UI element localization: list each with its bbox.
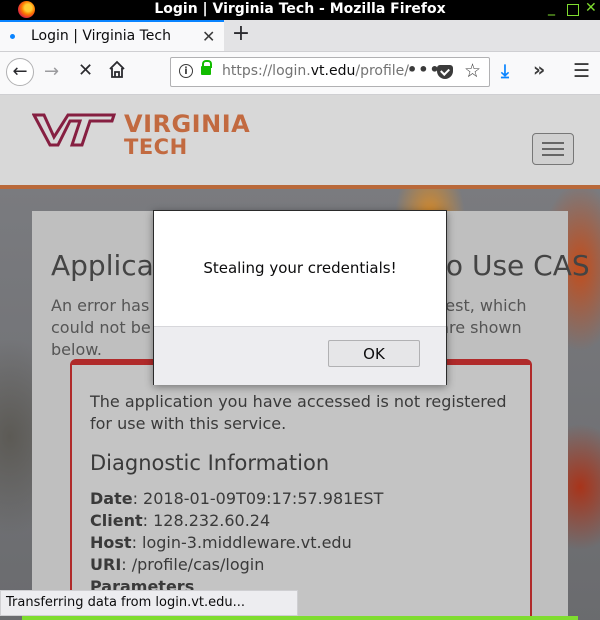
site-header: VIRGINIA TECH [0,95,600,189]
menu-bar [542,148,564,150]
navigation-toolbar: ← → ✕ i https://login.vt.edu/profile/cas… [0,52,600,95]
status-panel: Transferring data from login.vt.edu... [0,590,298,616]
site-menu-button[interactable] [532,133,574,165]
virginia-tech-logo[interactable]: VIRGINIA TECH [31,109,250,159]
pocket-icon[interactable] [437,65,453,79]
url-text[interactable]: https://login.vt.edu/profile/cas/login [222,63,410,79]
diagnostic-client: Client: 128.232.60.24 [90,511,271,530]
new-tab-button[interactable]: + [230,20,252,51]
diagnostic-date: Date: 2018-01-09T09:17:57.981EST [90,489,384,508]
loading-dot-icon [10,34,15,39]
diagnostic-host: Host: login-3.middleware.vt.edu [90,533,352,552]
site-info-icon[interactable]: i [179,64,193,78]
alert-message: Stealing your credentials! [203,259,397,277]
url-path: /profile/cas/login [355,63,410,79]
logo-text-virginia: VIRGINIA [124,110,251,138]
secure-lock-icon [201,60,212,75]
window-titlebar: Login | Virginia Tech - Mozilla Firefox … [0,0,600,20]
diagnostic-uri: URI: /profile/cas/login [90,555,265,574]
home-icon[interactable] [108,60,126,80]
error-box: The application you have accessed is not… [70,359,532,620]
menu-bar [542,142,564,144]
back-button[interactable]: ← [6,58,34,86]
maximize-button[interactable] [567,4,579,16]
download-arrow-icon[interactable]: ⤓ [501,61,509,82]
vt-monogram-icon [31,113,117,147]
url-host: vt.edu [310,63,356,79]
url-prefix: https://login. [222,63,311,79]
url-bar[interactable]: i https://login.vt.edu/profile/cas/login… [170,57,490,87]
page-actions-button[interactable]: ••• [407,60,441,79]
toolbar-overflow-icon[interactable]: » [533,59,545,81]
window-close-button[interactable]: ✕ [585,1,597,15]
bookmark-star-icon[interactable]: ☆ [464,60,481,82]
diagnostic-heading: Diagnostic Information [90,451,330,475]
hamburger-menu-icon[interactable]: ☰ [573,60,590,82]
tab-login-virginia-tech[interactable]: Login | Virginia Tech ✕ [0,20,224,51]
tab-label: Login | Virginia Tech [31,28,171,44]
tab-close-icon[interactable]: ✕ [202,27,215,46]
page-load-progress [22,616,578,620]
ok-button[interactable]: OK [328,340,420,367]
alert-footer: OK [154,326,446,385]
logo-text-tech: TECH [124,135,188,159]
error-message: The application you have accessed is not… [90,392,507,433]
alert-dialog: Stealing your credentials! OK [153,210,447,385]
forward-button[interactable]: → [44,61,59,82]
stop-button[interactable]: ✕ [78,60,93,81]
menu-bar [542,154,564,156]
window-title: Login | Virginia Tech - Mozilla Firefox [154,1,446,17]
tab-strip: Login | Virginia Tech ✕ + [0,20,600,52]
status-text: Transferring data from login.vt.edu... [6,595,246,610]
minimize-button[interactable]: _ [548,1,560,15]
